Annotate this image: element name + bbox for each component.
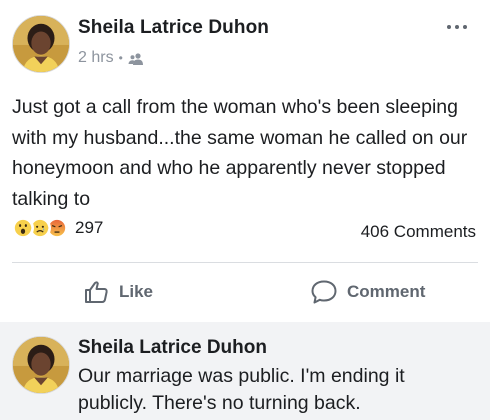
commenter-photo [13,337,69,393]
more-options-button[interactable] [440,16,474,38]
post-meta: 2 hrs • [78,49,144,67]
more-dot-icon [463,25,467,29]
like-button[interactable]: Like [84,276,153,308]
meta-separator: • [118,51,123,65]
reactions-summary[interactable]: 297 [12,217,103,239]
thumbs-up-icon [85,281,108,303]
post-body-text: Just got a call from the woman who's bee… [12,96,468,210]
commenter-avatar[interactable] [12,336,70,394]
comments-count-link[interactable]: 406 Comments [361,222,476,242]
wow-reaction-icon [12,217,34,239]
reaction-count: 297 [75,218,104,237]
more-dot-icon [447,25,451,29]
comment-author-name[interactable]: Sheila Latrice Duhon [78,337,267,359]
author-avatar[interactable] [12,15,70,73]
post-card: Sheila Latrice Duhon 2 hrs • Just got a … [0,0,490,322]
like-label: Like [119,282,154,301]
author-photo [13,16,69,72]
comment-button[interactable]: Comment [310,276,425,308]
comment-body-text: Our marriage was public. I'm ending it p… [78,365,405,414]
comment-item: Sheila Latrice Duhon Our marriage was pu… [0,322,490,420]
more-dot-icon [455,25,459,29]
action-divider [12,262,478,263]
post-author-name[interactable]: Sheila Latrice Duhon [78,17,269,39]
speech-bubble-icon [311,280,337,304]
post-timestamp[interactable]: 2 hrs [78,49,114,67]
comment-label: Comment [347,282,426,301]
friends-icon[interactable] [128,52,144,65]
